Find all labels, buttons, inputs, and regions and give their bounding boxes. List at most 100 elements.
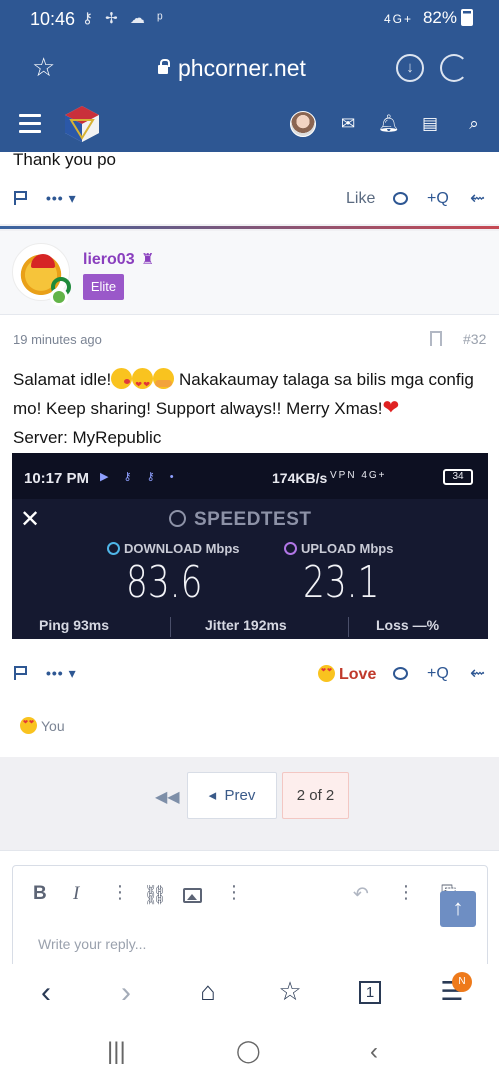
inbox-icon[interactable]: ✉ <box>338 114 358 134</box>
post-action-bar: ••• ▾ Like +Q ⇜ <box>0 188 499 218</box>
screenshot-close-icon: ✕ <box>20 506 41 533</box>
speedtest-screenshot[interactable]: 10:17 PM ▶ ⚷ ⚷ • 174KB/s VPN 4G+ 34 ✕ SP… <box>12 453 488 639</box>
bookmarks-icon[interactable]: ▤ <box>420 114 440 134</box>
download-value: 83.6 <box>126 557 203 608</box>
status-time: 10:46 <box>30 9 76 29</box>
search-icon[interactable]: ⌕ <box>464 114 484 134</box>
bookmark-icon[interactable] <box>430 331 442 346</box>
report-flag-icon[interactable] <box>13 665 29 681</box>
speedtest-title: SPEEDTEST <box>169 509 311 531</box>
tabs-icon[interactable]: 1 <box>350 981 390 1004</box>
forward-icon[interactable]: › <box>106 976 146 1010</box>
reaction-summary[interactable]: You <box>20 717 65 734</box>
menu-icon[interactable] <box>19 114 41 133</box>
ping-value: Ping 93ms <box>39 617 110 633</box>
browser-bottom-nav: ‹ › ⌂ ☆ 1 ☰ N <box>0 964 499 1024</box>
recents-icon[interactable]: ||| <box>107 1038 126 1066</box>
bookmark-star-icon[interactable]: ☆ <box>32 52 55 83</box>
undo-icon[interactable]: ↶ <box>353 883 369 906</box>
heart-eyes-emoji-icon <box>132 368 154 399</box>
post-user-header: liero03 ♜ Elite <box>0 231 499 315</box>
hugging-emoji-icon <box>153 368 175 389</box>
bookmarks-star-icon[interactable]: ☆ <box>270 976 310 1007</box>
system-nav-bar: ||| ◯ ‹ <box>0 1024 499 1080</box>
upload-label: UPLOAD Mbps <box>284 541 393 556</box>
scroll-to-top-button[interactable]: ↑ <box>440 891 476 927</box>
battery-percent: 82% <box>422 8 457 27</box>
report-flag-icon[interactable] <box>13 190 29 206</box>
prev-page-button[interactable]: ◂ Prev <box>187 772 277 819</box>
system-back-icon[interactable]: ‹ <box>370 1038 378 1066</box>
screenshot-rate: 174KB/s <box>272 470 328 486</box>
gauge-icon <box>169 510 186 527</box>
italic-button[interactable]: I <box>73 883 79 905</box>
screenshot-battery: 34 <box>443 469 473 485</box>
user-badge: Elite <box>83 274 124 300</box>
reply-bubble-icon[interactable] <box>393 192 408 205</box>
download-label: DOWNLOAD Mbps <box>107 541 240 556</box>
reply-placeholder: Write your reply... <box>38 936 147 952</box>
more-actions-button[interactable]: ••• ▾ <box>46 665 77 682</box>
lock-icon <box>158 59 170 74</box>
screenshot-app-icons: ▶ ⚷ ⚷ • <box>100 471 180 483</box>
post-message: Thank you po <box>13 150 117 169</box>
post-body: Salamat idle! Nakakaumay talaga sa bilis… <box>13 365 493 452</box>
love-reaction-button[interactable]: Love <box>318 665 376 684</box>
link-icon[interactable]: ⛓ <box>143 883 167 907</box>
post-timestamp[interactable]: 19 minutes ago <box>13 332 102 347</box>
reply-bubble-icon[interactable] <box>393 667 408 680</box>
battery-icon <box>461 9 473 26</box>
user-rank-icon: ♜ <box>141 251 155 268</box>
browser-top-bar: 10:46 ⚷ ✢ ☁ ᵖ 4G+ 82% ☆ phcorner.net ↓ <box>0 0 499 100</box>
reload-icon[interactable] <box>440 54 468 82</box>
love-emoji-icon <box>318 665 335 682</box>
home-circle-icon[interactable]: ◯ <box>236 1038 261 1064</box>
username-link[interactable]: liero03 <box>83 251 135 269</box>
site-logo-icon[interactable] <box>62 104 102 144</box>
post-text-c: Server: MyRepublic <box>13 428 162 447</box>
post-number[interactable]: #32 <box>463 331 486 347</box>
post-text-a: Salamat idle! <box>13 370 112 389</box>
santa-hat-icon <box>31 254 55 268</box>
screenshot-footer: Ping 93ms Jitter 192ms Loss —% <box>12 611 488 639</box>
post-divider <box>0 226 499 229</box>
url-bar[interactable]: phcorner.net <box>158 55 306 82</box>
previous-post: Thank you po ••• ▾ Like +Q ⇜ <box>0 150 499 224</box>
loss-value: Loss —% <box>376 617 440 633</box>
download-arrow-icon <box>107 542 120 555</box>
reply-editor[interactable]: B I ⛓ ↶ ⎘ Write your reply... <box>12 865 488 975</box>
reply-area: B I ⛓ ↶ ⎘ Write your reply... <box>0 850 499 975</box>
share-icon[interactable]: ⇜ <box>470 188 485 209</box>
page-indicator[interactable]: 2 of 2 <box>282 772 349 819</box>
more-options-icon[interactable] <box>397 882 415 904</box>
download-icon[interactable]: ↓ <box>396 54 424 82</box>
home-icon[interactable]: ⌂ <box>188 976 228 1007</box>
more-actions-button[interactable]: ••• ▾ <box>46 190 77 207</box>
like-button[interactable]: Like <box>346 190 375 208</box>
red-heart-icon: ❤ <box>382 397 400 419</box>
image-icon[interactable] <box>183 888 202 903</box>
network-signal-icon: 4G+ <box>383 12 413 26</box>
alerts-bell-icon[interactable]: 🔔︎ <box>378 114 400 134</box>
more-insert-icon[interactable] <box>225 882 243 904</box>
online-indicator-icon <box>50 288 68 306</box>
multiquote-button[interactable]: +Q <box>427 665 449 683</box>
post-card: liero03 ♜ Elite 19 minutes ago #32 Salam… <box>0 231 499 757</box>
user-avatar[interactable] <box>290 111 316 137</box>
multiquote-button[interactable]: +Q <box>427 190 449 208</box>
bold-button[interactable]: B <box>33 883 47 905</box>
screenshot-time: 10:17 PM <box>24 470 90 487</box>
status-right: 4G+ 82% <box>384 8 473 28</box>
post-action-bar: ••• ▾ Love +Q ⇜ <box>0 659 499 689</box>
upload-arrow-icon <box>284 542 297 555</box>
status-notification-icons: ⚷ ✢ ☁ ᵖ <box>82 10 167 27</box>
love-emoji-icon <box>20 717 37 734</box>
screenshot-status-icons: VPN 4G+ <box>330 470 387 481</box>
first-page-icon[interactable]: ◀◀ <box>155 787 180 807</box>
upload-value: 23.1 <box>303 557 380 608</box>
share-icon[interactable]: ⇜ <box>470 663 485 684</box>
url-text: phcorner.net <box>178 55 306 81</box>
back-icon[interactable]: ‹ <box>26 976 66 1010</box>
more-format-icon[interactable] <box>111 882 129 904</box>
notification-badge: N <box>452 972 472 992</box>
